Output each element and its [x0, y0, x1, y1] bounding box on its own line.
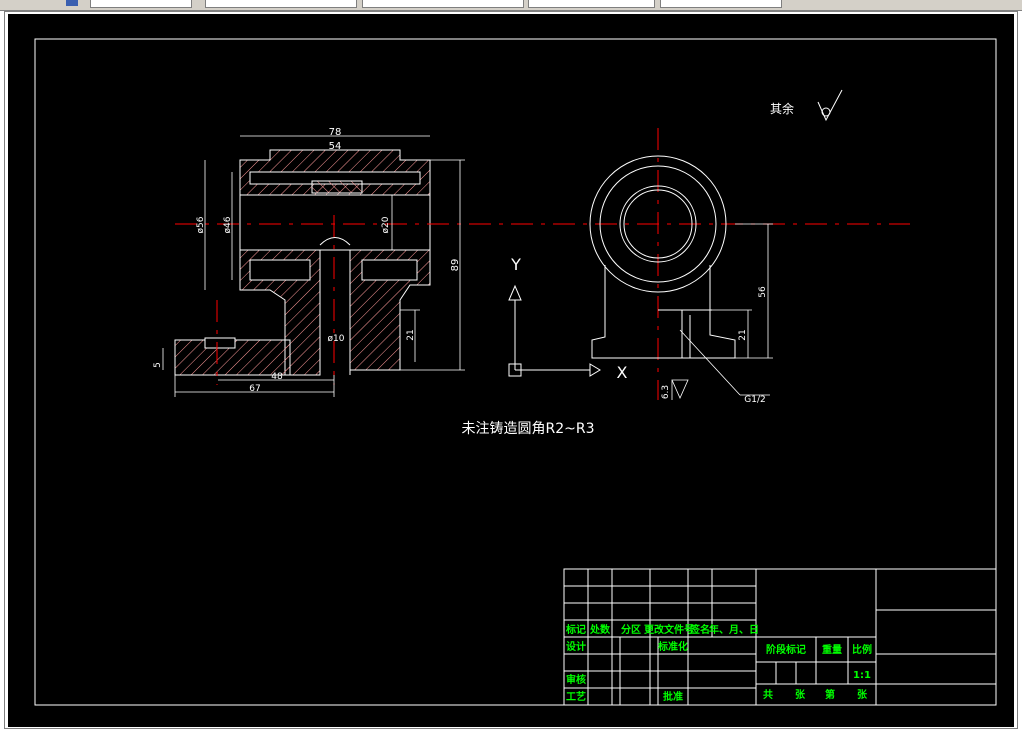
tb-sheet-unit: 张: [857, 688, 868, 701]
app-icon[interactable]: [66, 0, 78, 6]
dim-56: 56: [758, 286, 768, 298]
title-block: [563, 568, 997, 706]
dim-78: 78: [329, 127, 342, 138]
dim-48: 48: [271, 372, 283, 382]
tb-header-signature: 签名: [689, 623, 710, 636]
dim-5: 5: [153, 362, 163, 368]
dim-54: 54: [329, 141, 342, 152]
roughness-63: 6.3: [661, 385, 671, 399]
drawing-svg[interactable]: 78 54 ø56 ø46 ø20 89 ø10 21 5 48 67 Y X: [8, 14, 1014, 727]
tb-header-zone: 分区: [621, 623, 641, 636]
dim-dia10: ø10: [328, 334, 345, 344]
tb-header-change-doc: 更改文件号: [644, 623, 694, 636]
fillet-note: 未注铸造圆角R2~R3: [462, 421, 595, 437]
tb-review: 审核: [566, 673, 586, 686]
dim-dia56: ø56: [196, 216, 206, 233]
tb-scale-value: 1:1: [853, 670, 871, 681]
tb-design: 设计: [566, 640, 586, 653]
dim-67: 67: [249, 384, 260, 394]
toolbar-field-1[interactable]: [90, 0, 192, 8]
axis-y-label: Y: [510, 255, 521, 274]
drawing-canvas[interactable]: 78 54 ø56 ø46 ø20 89 ø10 21 5 48 67 Y X: [8, 14, 1014, 727]
tb-scale-label: 比例: [852, 643, 872, 656]
tb-total: 共: [763, 688, 773, 701]
tb-header-date: 年、月、日: [709, 623, 759, 636]
side-view: [589, 155, 736, 359]
toolbar-field-5[interactable]: [660, 0, 782, 8]
thread-g12: G1/2: [744, 395, 765, 405]
axis-x-label: X: [617, 363, 628, 382]
toolbar-field-2[interactable]: [205, 0, 357, 8]
dim-21-left: 21: [406, 329, 416, 340]
tb-sheets: 张: [795, 688, 806, 701]
toolbar-field-3[interactable]: [362, 0, 524, 8]
tb-standardization: 标准化: [657, 640, 688, 653]
tb-process: 工艺: [566, 690, 586, 703]
dimension-lines-right: [671, 223, 773, 400]
tb-approve: 批准: [663, 690, 683, 703]
toolbar: [0, 0, 1022, 11]
ucs-icon: [508, 284, 601, 377]
tb-header-count: 处数: [589, 623, 611, 636]
tb-weight: 重量: [822, 643, 842, 656]
roughness-symbol-icon: [817, 89, 843, 122]
toolbar-field-4[interactable]: [528, 0, 655, 8]
tb-sheet-no: 第: [825, 688, 835, 701]
surface-finish-note: 其余: [770, 101, 794, 116]
dim-89: 89: [450, 259, 461, 272]
tb-header-mark: 标记: [565, 623, 586, 636]
dim-21-right: 21: [738, 329, 748, 340]
section-view: [174, 149, 431, 376]
dim-dia46: ø46: [223, 216, 233, 233]
dim-dia20: ø20: [381, 216, 391, 233]
tb-stage-mark: 阶段标记: [766, 643, 806, 656]
